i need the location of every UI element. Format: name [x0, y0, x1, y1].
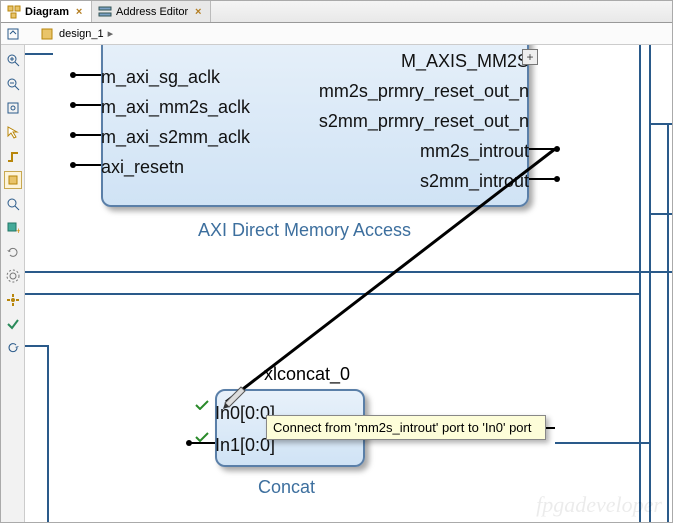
port-label[interactable]: mm2s_prmry_reset_out_n: [319, 81, 529, 102]
highlight-icon[interactable]: [4, 171, 22, 189]
settings-icon[interactable]: [4, 267, 22, 285]
block-axi-dma[interactable]: m_axi_sg_aclk m_axi_mm2s_aclk m_axi_s2mm…: [101, 45, 529, 207]
check-icon: [195, 400, 209, 410]
tab-diagram[interactable]: Diagram ×: [1, 1, 92, 22]
instance-label: xlconcat_0: [264, 364, 350, 385]
tab-bar: Diagram × Address Editor ×: [1, 1, 672, 23]
port-label[interactable]: mm2s_introut: [420, 141, 529, 162]
canvas[interactable]: m_axi_sg_aclk m_axi_mm2s_aclk m_axi_s2mm…: [25, 45, 672, 522]
port-label[interactable]: s2mm_prmry_reset_out_n: [319, 111, 529, 132]
tab-address-editor[interactable]: Address Editor ×: [92, 1, 211, 22]
svg-text:+: +: [16, 226, 20, 235]
diagram-icon: [7, 5, 21, 19]
toolbox: +: [1, 45, 25, 522]
watermark: fpgadeveloper: [536, 492, 662, 518]
rotate-icon[interactable]: [4, 339, 22, 357]
address-editor-icon: [98, 5, 112, 19]
add-ip-icon[interactable]: +: [4, 219, 22, 237]
validate-icon[interactable]: [4, 315, 22, 333]
port-label[interactable]: M_AXIS_MM2S: [401, 51, 529, 72]
refresh-icon[interactable]: [4, 243, 22, 261]
zoom-in-icon[interactable]: [4, 51, 22, 69]
port-label[interactable]: m_axi_sg_aclk: [101, 67, 220, 88]
breadcrumb-item[interactable]: design_1: [59, 28, 104, 40]
close-icon[interactable]: ×: [192, 6, 204, 18]
tab-label: Address Editor: [116, 6, 188, 18]
chevron-right-icon: ▸: [108, 27, 114, 40]
port-label[interactable]: axi_resetn: [101, 157, 184, 178]
breadcrumb: design_1 ▸: [1, 23, 672, 45]
search-icon[interactable]: [4, 195, 22, 213]
expand-interface-icon[interactable]: +: [522, 49, 538, 65]
maximize-icon[interactable]: [3, 24, 23, 44]
route-icon[interactable]: [4, 147, 22, 165]
port-label[interactable]: m_axi_s2mm_aclk: [101, 127, 250, 148]
block-title: Concat: [258, 477, 315, 498]
gear-icon[interactable]: [4, 291, 22, 309]
port-label[interactable]: m_axi_mm2s_aclk: [101, 97, 250, 118]
zoom-fit-icon[interactable]: [4, 99, 22, 117]
tooltip: Connect from 'mm2s_introut' port to 'In0…: [266, 415, 546, 440]
block-title: AXI Direct Memory Access: [198, 220, 411, 241]
tab-label: Diagram: [25, 6, 69, 18]
check-icon: [195, 432, 209, 442]
design-icon: [37, 24, 57, 44]
close-icon[interactable]: ×: [73, 6, 85, 18]
port-label[interactable]: s2mm_introut: [420, 171, 529, 192]
select-icon[interactable]: [4, 123, 22, 141]
zoom-out-icon[interactable]: [4, 75, 22, 93]
